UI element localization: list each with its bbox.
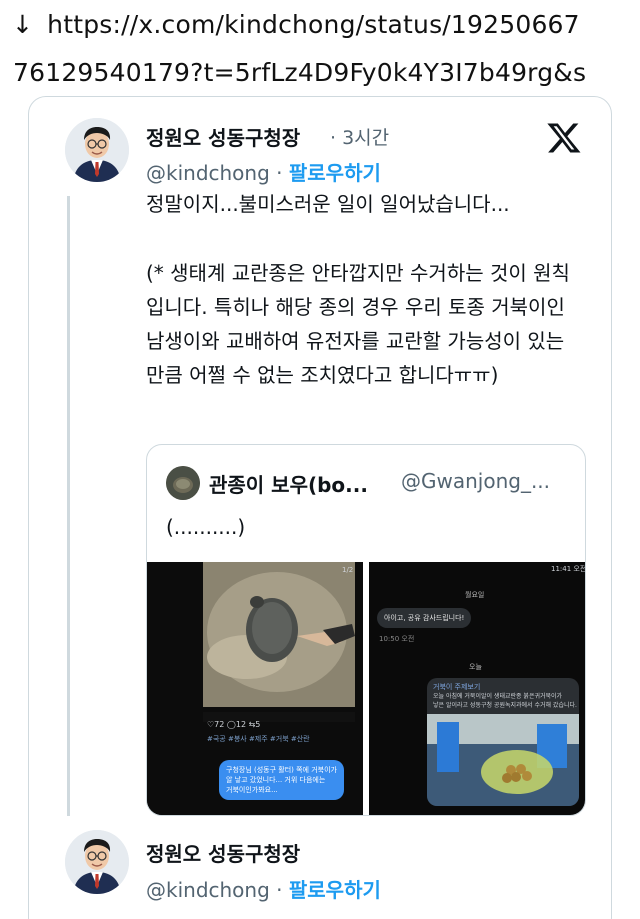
- author-handle-row: @kindchong · 팔로우하기: [146, 157, 381, 186]
- reply-handle-row: @kindchong · 팔로우하기: [146, 874, 381, 903]
- chat-message-2-text: 오늘 아침에 거북이알이 생태교란종 붉은귀거북이가 낳은 알이라고 성동구청 …: [433, 693, 577, 709]
- download-arrow-icon: ↓: [12, 10, 34, 39]
- thread-line: [67, 196, 70, 816]
- avatar[interactable]: [65, 118, 129, 182]
- url-line-2[interactable]: 76129540179?t=5rfLz4D9Fy0k4Y3I7b49rg&s: [13, 58, 586, 87]
- reply-author-handle[interactable]: @kindchong: [146, 878, 270, 902]
- tweet-time[interactable]: · 3시간: [330, 123, 389, 150]
- follow-button[interactable]: 팔로우하기: [289, 161, 381, 185]
- quote-text: (..........): [166, 515, 246, 539]
- quote-author-handle[interactable]: @Gwanjong_...: [401, 469, 550, 493]
- x-logo-icon[interactable]: [546, 120, 582, 156]
- chat-day-1: 월요일: [465, 591, 485, 599]
- quote-author-name[interactable]: 관종이 보우(bo...: [209, 469, 368, 498]
- tweet-text-para-2: (* 생태계 교란종은 안타깝지만 수거하는 것이 원칙입니다. 특히나 해당 …: [146, 261, 572, 387]
- tweet-text-paragraph: (* 생태계 교란종은 안타깝지만 수거하는 것이 원칙입니다. 특히나 해당 …: [146, 256, 586, 392]
- caption-bubble: 구청장님 (성동구 활터) 쪽에 거북이가 알 낳고 갔었니다... 거위 다음…: [219, 760, 344, 800]
- reply-author-name[interactable]: 정원오 성동구청장: [146, 838, 300, 867]
- chat-message-2-label: 거북이 주제보기: [433, 683, 481, 691]
- turtle-eggs-photo: [427, 714, 579, 806]
- chat-day-2: 오늘: [469, 663, 482, 671]
- quote-media-right[interactable]: 11:41 오전 월요일 아이고, 공유 감사드립니다! 10:50 오전 오늘…: [369, 562, 586, 815]
- status-time: 11:41 오전: [551, 565, 586, 573]
- chat-message-2-card: 거북이 주제보기 오늘 아침에 거북이알이 생태교란종 붉은귀거북이가 낳은 알…: [427, 678, 579, 806]
- reply-follow-button[interactable]: 팔로우하기: [289, 878, 381, 902]
- author-name[interactable]: 정원오 성동구청장: [146, 122, 300, 151]
- post-tags: #국공 #봉사 #제주 #거북 #산란: [207, 735, 310, 743]
- chat-message-1: 아이고, 공유 감사드립니다!: [377, 608, 472, 628]
- quote-tweet[interactable]: 관종이 보우(bo... @Gwanjong_... (..........) …: [146, 444, 586, 816]
- quote-media-left[interactable]: 1/2 ♡72 ◯12 ⇆5 #국공 #봉사 #제주 #거북 #산란 구청장님 …: [147, 562, 363, 815]
- author-handle[interactable]: @kindchong: [146, 161, 270, 185]
- reply-avatar[interactable]: [65, 830, 129, 894]
- separator: ·: [276, 878, 283, 902]
- url-text-1: https://x.com/kindchong/status/19250667: [47, 10, 580, 39]
- separator: ·: [276, 161, 283, 185]
- tweet-text-line-1: 정말이지...불미스러운 일이 일어났습니다...: [146, 192, 510, 216]
- tweet-text: 정말이지...불미스러운 일이 일어났습니다...: [146, 189, 596, 219]
- quote-avatar[interactable]: [166, 466, 200, 500]
- image-counter: 1/2: [342, 566, 354, 574]
- url-line-1[interactable]: ↓ https://x.com/kindchong/status/19250667: [12, 10, 580, 39]
- chat-message-1-time: 10:50 오전: [379, 635, 415, 643]
- post-stats: ♡72 ◯12 ⇆5: [207, 720, 261, 729]
